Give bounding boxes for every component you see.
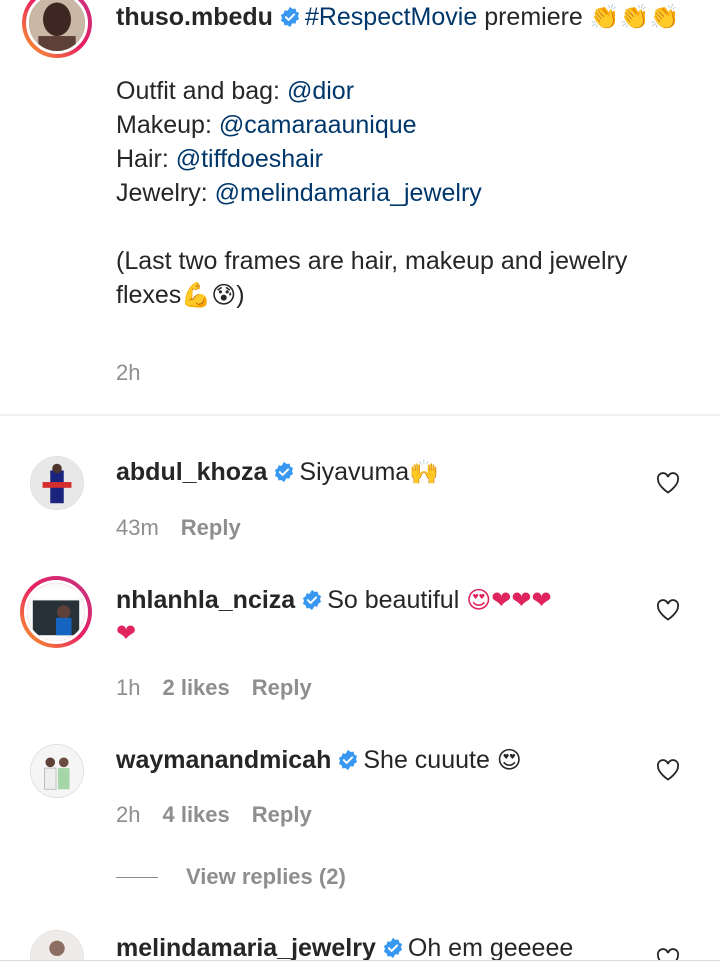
bottom-navigation-bar xyxy=(0,960,720,976)
heart-outline-icon[interactable] xyxy=(656,472,680,494)
comment-meta: 43m Reply xyxy=(116,515,241,541)
avatar-image xyxy=(31,457,83,509)
verified-badge-icon xyxy=(275,461,294,483)
avatar-image xyxy=(31,745,83,797)
clap-emoji: 👏👏👏 xyxy=(589,3,680,31)
comment-meta: 2h 4 likes Reply xyxy=(116,802,312,828)
comment-emoji: 🙌 xyxy=(409,458,440,486)
comment-emoji: 😍❤❤❤ xyxy=(466,586,552,614)
likes-count[interactable]: 2 likes xyxy=(162,675,229,700)
caption-text: premiere xyxy=(477,3,590,31)
likes-count[interactable]: 4 likes xyxy=(162,802,229,827)
caption-hashtag[interactable]: #RespectMovie xyxy=(305,3,477,31)
hair-handle[interactable]: @tiffdoeshair xyxy=(176,145,323,173)
caption-note-line1: (Last two frames are hair, makeup and je… xyxy=(116,247,628,275)
comment-time: 1h xyxy=(116,675,141,700)
comment-username[interactable]: melindamaria_jewelry xyxy=(116,934,376,962)
avatar-image xyxy=(27,583,85,641)
comment: waymanandmicah She cuuute 😍 xyxy=(116,744,636,777)
comment-text: So beautiful xyxy=(327,586,467,614)
reply-button[interactable]: Reply xyxy=(252,675,312,700)
avatar-image xyxy=(29,0,85,51)
caption-time: 2h xyxy=(116,360,141,385)
hair-label: Hair: xyxy=(116,145,176,173)
comment-avatar[interactable] xyxy=(30,744,84,798)
verified-badge-icon xyxy=(303,589,322,611)
caption-avatar[interactable] xyxy=(22,0,92,58)
comment: nhlanhla_nciza So beautiful 😍❤❤❤ ❤ xyxy=(116,584,636,650)
replies-divider-line xyxy=(116,877,158,878)
comment-username[interactable]: waymanandmicah xyxy=(116,746,331,774)
comment-emoji-line2: ❤ xyxy=(116,619,137,647)
comment-time: 2h xyxy=(116,802,141,827)
makeup-handle[interactable]: @camaraaunique xyxy=(219,111,417,139)
caption-note-close: ) xyxy=(236,281,245,309)
outfit-handle[interactable]: @dior xyxy=(287,77,354,105)
outfit-label: Outfit and bag: xyxy=(116,77,287,105)
comment-meta: 1h 2 likes Reply xyxy=(116,675,312,701)
verified-badge-icon xyxy=(280,6,300,28)
comment-avatar[interactable] xyxy=(20,576,92,648)
comment-text: Siyavuma xyxy=(299,458,410,486)
comment: abdul_khoza Siyavuma🙌 xyxy=(116,456,636,489)
comment-text: Oh em geeeee xyxy=(407,934,574,962)
caption-note-line2: flexes xyxy=(116,281,182,309)
comment-text: She cuuute xyxy=(363,746,497,774)
verified-badge-icon xyxy=(339,749,358,771)
heart-outline-icon[interactable] xyxy=(656,759,680,781)
heart-outline-icon[interactable] xyxy=(656,599,680,621)
view-replies-button[interactable]: View replies (2) xyxy=(186,864,346,890)
reply-button[interactable]: Reply xyxy=(252,802,312,827)
caption-username[interactable]: thuso.mbedu xyxy=(116,3,273,31)
jewelry-handle[interactable]: @melindamaria_jewelry xyxy=(215,179,482,207)
jewelry-label: Jewelry: xyxy=(116,179,215,207)
flex-emoji: 💪😰 xyxy=(181,281,237,309)
makeup-label: Makeup: xyxy=(116,111,219,139)
reply-button[interactable]: Reply xyxy=(181,515,241,540)
post-caption: thuso.mbedu #RespectMovie premiere 👏👏👏 Ou… xyxy=(116,0,696,312)
comment-time: 43m xyxy=(116,515,159,540)
divider xyxy=(0,414,720,416)
verified-badge-icon xyxy=(383,937,402,959)
comment-username[interactable]: nhlanhla_nciza xyxy=(116,586,295,614)
comment-emoji: 😍 xyxy=(496,746,522,774)
comment-avatar[interactable] xyxy=(30,456,84,510)
comment-username[interactable]: abdul_khoza xyxy=(116,458,267,486)
